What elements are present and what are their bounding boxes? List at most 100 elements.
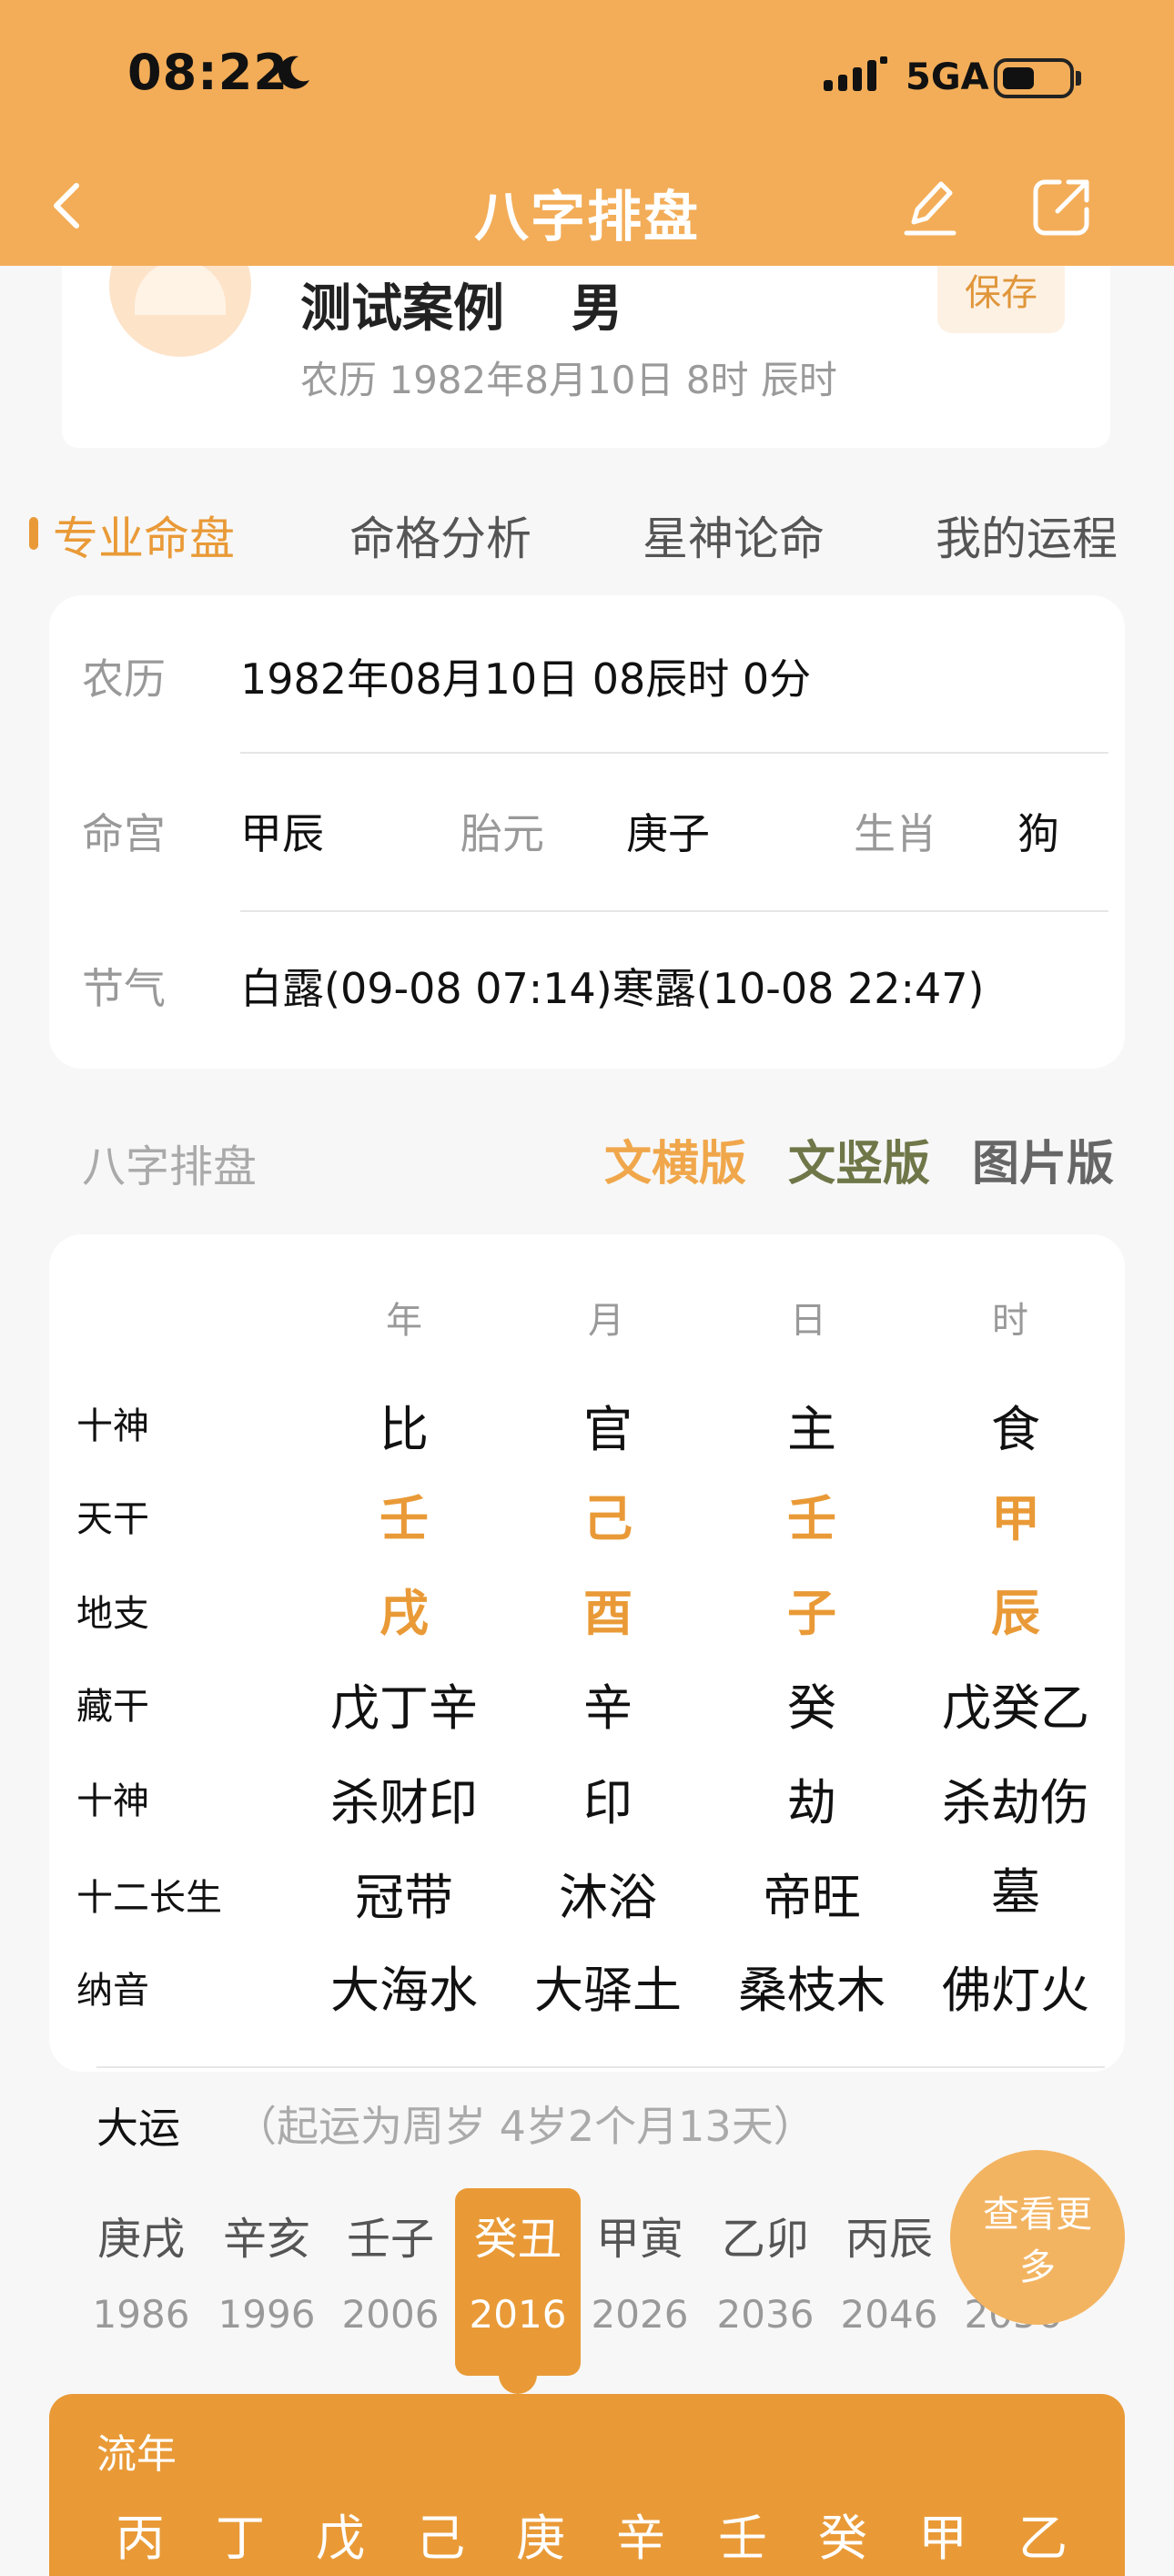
dayun-year: 2046 <box>840 2292 938 2337</box>
bazi-cell: 壬 <box>380 1490 429 1547</box>
bazi-cell: 酉 <box>583 1585 633 1642</box>
dayun-item[interactable]: 丙辰 2046 <box>826 2203 952 2348</box>
dayun-item[interactable]: 壬子 2006 <box>328 2203 453 2348</box>
dayun-note: （起运为周岁 4岁2个月13天） <box>235 2102 815 2151</box>
signal-icon <box>824 56 887 91</box>
network-label: 5GA <box>906 56 989 98</box>
bazi-cell: 杀劫伤 <box>942 1774 1089 1831</box>
bazi-cell: 食 <box>991 1401 1040 1458</box>
dayun-title: 大运 <box>96 2104 180 2153</box>
dayun-ganzhi: 壬子 <box>346 2214 434 2265</box>
battery-tip <box>1076 71 1081 86</box>
tab-pattern-analysis[interactable]: 命格分析 <box>349 502 531 568</box>
liunian-item[interactable]: 甲 <box>897 2498 988 2570</box>
save-button[interactable]: 保存 <box>937 266 1065 333</box>
dayun-item[interactable]: 甲寅 2026 <box>577 2203 703 2348</box>
bazi-chart-card <box>49 1234 1125 2072</box>
row-label-canggan: 藏干 <box>76 1686 149 1728</box>
edit-icon[interactable] <box>901 175 959 238</box>
bazi-cell: 杀财印 <box>330 1774 478 1831</box>
active-tab-indicator <box>29 517 38 550</box>
profile-birth-date: 农历 1982年8月10日 8时 辰时 <box>300 358 837 402</box>
share-icon[interactable] <box>1028 175 1094 240</box>
bazi-cell: 官 <box>583 1401 633 1458</box>
liunian-item[interactable]: 丁 <box>195 2498 286 2570</box>
dayun-year: 1996 <box>218 2292 316 2337</box>
bazi-cell: 墓 <box>991 1863 1040 1921</box>
bazi-cell: 己 <box>583 1490 633 1547</box>
bazi-cell: 癸 <box>787 1679 836 1737</box>
tab-my-fortune[interactable]: 我的运程 <box>936 502 1118 568</box>
dayun-ganzhi: 乙卯 <box>721 2214 809 2265</box>
divider <box>96 2066 1105 2068</box>
page-title: 八字排盘 <box>474 186 700 249</box>
lunar-label: 农历 <box>82 654 166 704</box>
bazi-cell: 壬 <box>787 1490 836 1547</box>
taiyuan-value: 庚子 <box>626 809 710 858</box>
dayun-year: 2026 <box>591 2292 689 2337</box>
bazi-cell: 戌 <box>380 1585 429 1642</box>
dayun-item[interactable]: 辛亥 1996 <box>204 2203 329 2348</box>
row-label-shishen: 十神 <box>76 1405 149 1447</box>
liunian-item[interactable]: 壬 <box>697 2498 788 2570</box>
bazi-cell: 戊癸乙 <box>942 1679 1089 1737</box>
row-label-tiangan: 天干 <box>76 1498 149 1540</box>
row-label-dizhi: 地支 <box>76 1593 149 1635</box>
liunian-panel: 流年 丙 丁 戊 己 庚 辛 壬 癸 甲 乙 <box>49 2394 1125 2576</box>
bazi-cell: 大驿土 <box>534 1962 682 2019</box>
row-label-changsheng: 十二长生 <box>76 1877 222 1919</box>
liunian-item[interactable]: 庚 <box>495 2498 586 2570</box>
view-more-label: 查看更 <box>983 2194 1092 2236</box>
row-label-nayin: 纳音 <box>76 1970 149 2012</box>
bazi-cell: 主 <box>787 1401 836 1458</box>
profile-name: 测试案例 <box>300 279 504 339</box>
shengxiao-label: 生肖 <box>854 809 937 858</box>
taiyuan-label: 胎元 <box>460 809 544 858</box>
row-label-shishen-2: 十神 <box>76 1780 149 1822</box>
divider <box>240 910 1108 912</box>
dayun-ganzhi: 甲寅 <box>595 2214 683 2265</box>
profile-gender: 男 <box>572 279 622 339</box>
dayun-item[interactable]: 庚戌 1986 <box>78 2203 204 2348</box>
view-more-label: 多 <box>1019 2246 1056 2288</box>
bazi-section-title: 八字排盘 <box>82 1141 258 1192</box>
view-horizontal-text[interactable]: 文横版 <box>604 1125 746 1193</box>
dayun-ganzhi: 庚戌 <box>96 2214 185 2265</box>
view-more-button[interactable]: 查看更 多 <box>950 2150 1125 2325</box>
view-vertical-text[interactable]: 文竖版 <box>788 1125 930 1193</box>
avatar <box>109 266 251 357</box>
view-image[interactable]: 图片版 <box>972 1125 1114 1193</box>
bazi-cell: 冠带 <box>355 1869 453 1926</box>
bazi-cell: 子 <box>787 1585 836 1642</box>
minggong-label: 命宫 <box>82 809 166 858</box>
liunian-item[interactable]: 戊 <box>295 2498 386 2570</box>
bazi-cell: 辛 <box>583 1679 633 1737</box>
divider <box>240 752 1108 754</box>
liunian-item[interactable]: 辛 <box>595 2498 686 2570</box>
moon-icon <box>278 56 309 89</box>
lunar-value: 1982年08月10日 08辰时 0分 <box>240 654 812 704</box>
liunian-item[interactable]: 己 <box>395 2498 486 2570</box>
bazi-cell: 劫 <box>787 1774 836 1831</box>
liunian-item[interactable]: 丙 <box>95 2498 186 2570</box>
liunian-item[interactable]: 癸 <box>797 2498 888 2570</box>
status-time: 08:22 <box>127 44 288 101</box>
tab-star-reading[interactable]: 星神论命 <box>643 502 825 568</box>
shengxiao-value: 狗 <box>1017 809 1059 858</box>
bazi-cell: 甲 <box>991 1490 1040 1547</box>
dayun-ganzhi: 丙辰 <box>845 2214 933 2265</box>
dayun-year: 1986 <box>92 2292 190 2337</box>
dayun-year: 2006 <box>341 2292 440 2337</box>
dayun-item-selected[interactable]: 癸丑 2016 <box>455 2188 581 2376</box>
bazi-cell: 桑枝木 <box>738 1962 886 2019</box>
column-day: 日 <box>790 1300 826 1342</box>
battery-icon <box>994 58 1074 98</box>
dayun-item[interactable]: 乙卯 2036 <box>703 2203 828 2348</box>
bazi-cell: 印 <box>583 1774 633 1831</box>
tab-professional-chart[interactable]: 专业命盘 <box>53 502 235 568</box>
bazi-cell: 戊丁辛 <box>330 1679 478 1737</box>
bazi-cell: 辰 <box>991 1585 1040 1642</box>
dayun-year: 2036 <box>716 2292 815 2337</box>
dayun-ganzhi: 癸丑 <box>473 2214 562 2265</box>
liunian-item[interactable]: 乙 <box>997 2498 1088 2570</box>
